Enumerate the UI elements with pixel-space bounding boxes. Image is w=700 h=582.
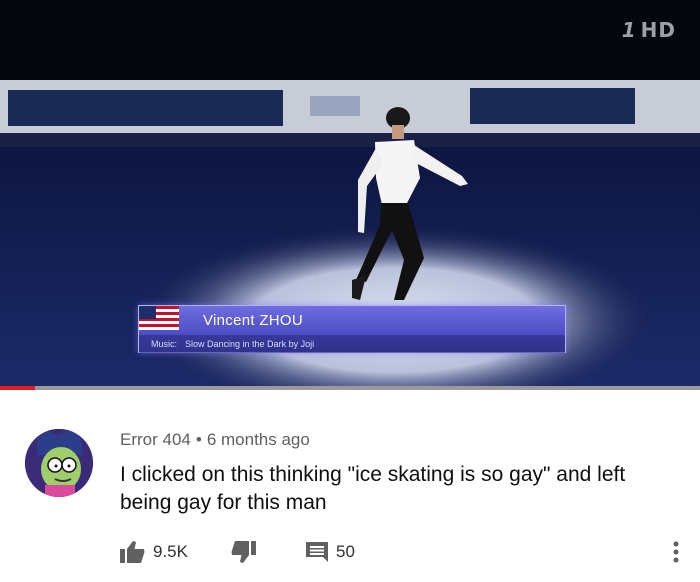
music-label: Music:: [151, 339, 178, 349]
meta-separator: •: [195, 430, 202, 449]
reply-button[interactable]: 50: [305, 538, 355, 566]
channel-logo: 1 HD: [621, 18, 676, 42]
avatar-cartoon-icon: [25, 429, 93, 497]
music-title: Slow Dancing in the Dark by Joji: [185, 339, 315, 349]
skater-name: Vincent ZHOU: [203, 312, 304, 329]
dislike-button[interactable]: [230, 538, 256, 566]
video-progress-bar[interactable]: [0, 386, 700, 390]
usa-flag-icon: [139, 306, 179, 330]
music-credit: Music: Slow Dancing in the Dark by Joji: [139, 335, 565, 353]
comment-text: I clicked on this thinking "ice skating …: [120, 463, 626, 514]
comment-author[interactable]: Error 404: [120, 430, 191, 449]
thumb-up-icon: [120, 541, 145, 563]
skater-caption: Vincent ZHOU Music: Slow Dancing in the D…: [138, 305, 566, 353]
like-count: 9.5K: [153, 542, 188, 561]
video-progress-fill: [0, 386, 35, 390]
comment-actions: 9.5K 50: [120, 538, 680, 566]
reply-count: 50: [336, 542, 355, 561]
comment-time[interactable]: 6 months ago: [207, 430, 310, 449]
thumb-down-icon: [231, 541, 256, 563]
video-player[interactable]: 1 HD Vincent ZHOU Music: Slow Dancing in t…: [0, 0, 700, 388]
vertical-ellipsis-icon[interactable]: [672, 541, 680, 563]
comment-icon: [306, 542, 328, 562]
like-button[interactable]: 9.5K: [120, 538, 188, 566]
avatar[interactable]: [25, 429, 93, 497]
comment-meta: Error 404 • 6 months ago: [120, 430, 310, 450]
